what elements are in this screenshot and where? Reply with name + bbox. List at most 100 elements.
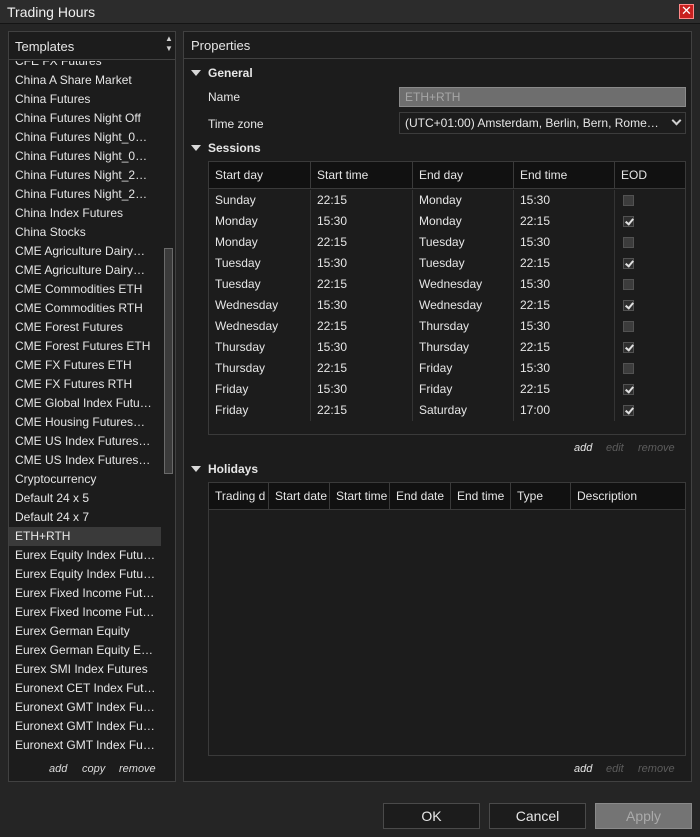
- column-header[interactable]: Trading d: [209, 483, 269, 510]
- eod-checkbox[interactable]: [623, 258, 634, 269]
- template-list-item[interactable]: CME US Index Futures…: [9, 451, 161, 470]
- template-list-item[interactable]: Default 24 x 7: [9, 508, 161, 527]
- sort-arrows-icon[interactable]: ▲ ▼: [164, 34, 174, 56]
- column-header[interactable]: Start time: [311, 162, 413, 189]
- session-row[interactable]: Thursday 15:30 Thursday 22:15: [209, 337, 685, 358]
- template-list-item[interactable]: Cryptocurrency: [9, 470, 161, 489]
- template-list-item[interactable]: CME Agriculture Dairy…: [9, 242, 161, 261]
- sessions-section-title: Sessions: [208, 141, 261, 155]
- ok-button[interactable]: OK: [383, 803, 480, 829]
- sessions-add-button[interactable]: add: [574, 442, 592, 454]
- eod-checkbox[interactable]: [623, 405, 634, 416]
- eod-checkbox[interactable]: [623, 363, 634, 374]
- session-row[interactable]: Monday 15:30 Monday 22:15: [209, 211, 685, 232]
- sessions-section-toggle[interactable]: Sessions: [184, 140, 384, 158]
- template-list-item[interactable]: CME US Index Futures…: [9, 432, 161, 451]
- column-header[interactable]: End time: [451, 483, 511, 510]
- holidays-edit-button[interactable]: edit: [606, 763, 624, 775]
- template-list-item[interactable]: CME FX Futures RTH: [9, 375, 161, 394]
- session-row[interactable]: Friday 22:15 Saturday 17:00: [209, 400, 685, 421]
- template-list-item[interactable]: CME Forest Futures ETH: [9, 337, 161, 356]
- session-end-day-cell: Tuesday: [419, 235, 465, 249]
- column-header[interactable]: End day: [413, 162, 514, 189]
- template-list-item[interactable]: CME Agriculture Dairy…: [9, 261, 161, 280]
- template-list-item[interactable]: Eurex Fixed Income Fut…: [9, 584, 161, 603]
- template-list-item[interactable]: CME Commodities RTH: [9, 299, 161, 318]
- session-end-day-cell: Saturday: [419, 403, 468, 417]
- template-list-item[interactable]: Euronext GMT Index Fu…: [9, 698, 161, 717]
- templates-copy-button[interactable]: copy: [82, 763, 105, 775]
- templates-header[interactable]: Templates ▲ ▼: [9, 32, 175, 60]
- session-start-time-cell: 22:15: [317, 193, 348, 207]
- apply-button[interactable]: Apply: [595, 803, 692, 829]
- template-list-item[interactable]: China Futures Night_0…: [9, 147, 161, 166]
- template-list-item[interactable]: Eurex German Equity E…: [9, 641, 161, 660]
- template-list-item[interactable]: CME Housing Futures…: [9, 413, 161, 432]
- eod-checkbox[interactable]: [623, 300, 634, 311]
- template-list-item[interactable]: CME Global Index Futu…: [9, 394, 161, 413]
- templates-remove-button[interactable]: remove: [119, 763, 156, 775]
- template-list-item[interactable]: Eurex Equity Index Futu…: [9, 565, 161, 584]
- session-start-time-cell: 15:30: [317, 340, 348, 354]
- name-field[interactable]: ETH+RTH: [399, 87, 686, 107]
- column-header[interactable]: Description: [571, 483, 685, 510]
- sessions-remove-button[interactable]: remove: [638, 442, 675, 454]
- template-list-item[interactable]: CME Forest Futures: [9, 318, 161, 337]
- session-start-time-cell: 15:30: [317, 256, 348, 270]
- template-list-item[interactable]: China Futures Night_2…: [9, 185, 161, 204]
- template-list-item[interactable]: Default 24 x 5: [9, 489, 161, 508]
- eod-checkbox[interactable]: [623, 237, 634, 248]
- template-list-item[interactable]: Euronext GMT Index Fu…: [9, 736, 161, 755]
- timezone-select[interactable]: (UTC+01:00) Amsterdam, Berlin, Bern, Rom…: [399, 112, 686, 134]
- close-icon[interactable]: ✕: [679, 4, 694, 19]
- templates-add-button[interactable]: add: [49, 763, 67, 775]
- column-header[interactable]: EOD: [615, 162, 685, 189]
- session-row[interactable]: Friday 15:30 Friday 22:15: [209, 379, 685, 400]
- eod-checkbox[interactable]: [623, 279, 634, 290]
- cancel-button[interactable]: Cancel: [489, 803, 586, 829]
- holidays-add-button[interactable]: add: [574, 763, 592, 775]
- session-row[interactable]: Sunday 22:15 Monday 15:30: [209, 190, 685, 211]
- template-list-item[interactable]: China Futures Night_2…: [9, 166, 161, 185]
- template-list-item[interactable]: China Index Futures: [9, 204, 161, 223]
- template-list-item[interactable]: Euronext CET Index Fut…: [9, 679, 161, 698]
- template-list-item[interactable]: Euronext GMT Index Fu…: [9, 717, 161, 736]
- template-list-item[interactable]: Eurex German Equity: [9, 622, 161, 641]
- eod-checkbox[interactable]: [623, 321, 634, 332]
- template-list-item[interactable]: China Stocks: [9, 223, 161, 242]
- eod-checkbox[interactable]: [623, 342, 634, 353]
- column-header[interactable]: Start date: [269, 483, 330, 510]
- column-header[interactable]: Start day: [209, 162, 311, 189]
- general-section-toggle[interactable]: General: [184, 65, 384, 83]
- sessions-edit-button[interactable]: edit: [606, 442, 624, 454]
- template-list-item[interactable]: CME Commodities ETH: [9, 280, 161, 299]
- column-header[interactable]: Type: [511, 483, 571, 510]
- session-row[interactable]: Tuesday 22:15 Wednesday 15:30: [209, 274, 685, 295]
- column-header[interactable]: End date: [390, 483, 451, 510]
- column-header[interactable]: Start time: [330, 483, 390, 510]
- template-list-item[interactable]: Eurex Equity Index Futu…: [9, 546, 161, 565]
- template-list-item[interactable]: CFE FX Futures: [9, 61, 161, 71]
- template-list-item[interactable]: China Futures: [9, 90, 161, 109]
- templates-scrollbar-thumb[interactable]: [164, 248, 173, 474]
- session-row[interactable]: Wednesday 22:15 Thursday 15:30: [209, 316, 685, 337]
- session-row[interactable]: Wednesday 15:30 Wednesday 22:15: [209, 295, 685, 316]
- eod-checkbox[interactable]: [623, 195, 634, 206]
- template-list-item[interactable]: China Futures Night Off: [9, 109, 161, 128]
- session-start-day-cell: Monday: [215, 214, 258, 228]
- template-list-item[interactable]: ETH+RTH: [9, 527, 161, 546]
- template-list-item[interactable]: Eurex SMI Index Futures: [9, 660, 161, 679]
- template-list-item[interactable]: CME FX Futures ETH: [9, 356, 161, 375]
- eod-checkbox[interactable]: [623, 384, 634, 395]
- session-row[interactable]: Thursday 22:15 Friday 15:30: [209, 358, 685, 379]
- session-row[interactable]: Monday 22:15 Tuesday 15:30: [209, 232, 685, 253]
- sessions-table-header: Start day Start time End day End time EOD: [209, 162, 685, 189]
- session-row[interactable]: Tuesday 15:30 Tuesday 22:15: [209, 253, 685, 274]
- template-list-item[interactable]: China Futures Night_0…: [9, 128, 161, 147]
- template-list-item[interactable]: China A Share Market: [9, 71, 161, 90]
- template-list-item[interactable]: Eurex Fixed Income Fut…: [9, 603, 161, 622]
- holidays-remove-button[interactable]: remove: [638, 763, 675, 775]
- eod-checkbox[interactable]: [623, 216, 634, 227]
- holidays-section-toggle[interactable]: Holidays: [184, 461, 384, 479]
- column-header[interactable]: End time: [514, 162, 615, 189]
